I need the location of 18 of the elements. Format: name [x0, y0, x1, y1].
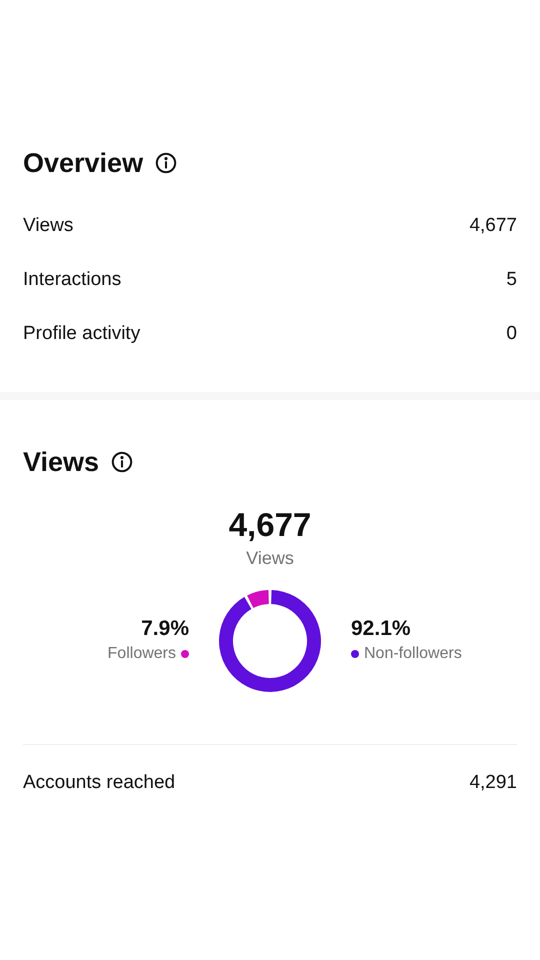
- legend-percent: 7.9%: [141, 616, 189, 642]
- total-value: 4,677: [228, 505, 312, 545]
- info-icon[interactable]: [111, 450, 134, 473]
- legend-percent: 92.1%: [351, 616, 411, 642]
- info-icon[interactable]: [155, 152, 178, 174]
- legend-label: Followers: [108, 644, 176, 664]
- metric-label: Views: [23, 214, 74, 238]
- metric-value: 4,291: [469, 771, 517, 795]
- metric-value: 0: [506, 322, 517, 346]
- metric-value: 4,677: [469, 214, 517, 238]
- metric-label: Interactions: [23, 268, 122, 292]
- legend-label: Non-followers: [364, 644, 462, 664]
- metric-label: Profile activity: [23, 322, 140, 346]
- section-title: Views: [23, 446, 100, 478]
- section-title: Overview: [23, 147, 144, 180]
- metric-label: Accounts reached: [23, 771, 176, 795]
- total-label: Views: [246, 547, 294, 570]
- metric-value: 5: [506, 268, 517, 292]
